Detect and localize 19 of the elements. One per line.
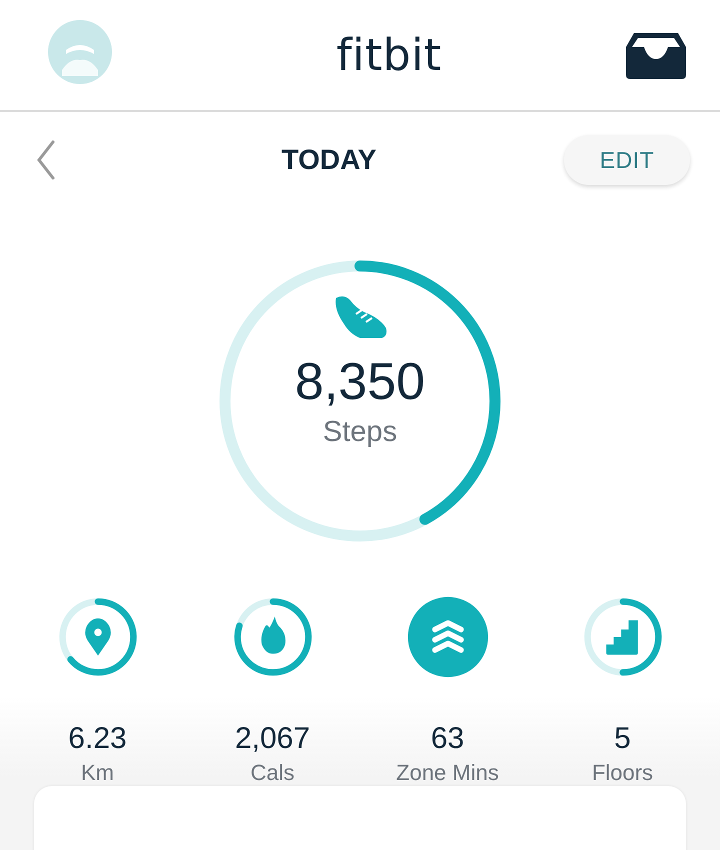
inbox-icon[interactable] (626, 33, 686, 79)
stat-label: Km (81, 760, 114, 786)
steps-label: Steps (322, 416, 398, 449)
stat-label: Zone Mins (396, 760, 499, 786)
edit-button[interactable]: EDIT (564, 135, 690, 185)
day-title: TODAY (282, 144, 376, 176)
location-pin-icon (84, 618, 110, 656)
stat-value: 5 (614, 722, 631, 756)
stat-value: 63 (430, 722, 464, 756)
app-logo: fitbit (336, 30, 442, 80)
flame-icon (260, 616, 285, 654)
steps-count: 8,350 (294, 352, 426, 412)
stat-label: Floors (592, 760, 654, 786)
back-button[interactable] (36, 140, 56, 180)
stairs-icon (606, 620, 638, 655)
chevrons-icon (432, 620, 464, 653)
stat-value: 2,067 (234, 722, 310, 756)
stat-label: Cals (250, 760, 294, 786)
stat-value: 6.23 (68, 722, 127, 756)
